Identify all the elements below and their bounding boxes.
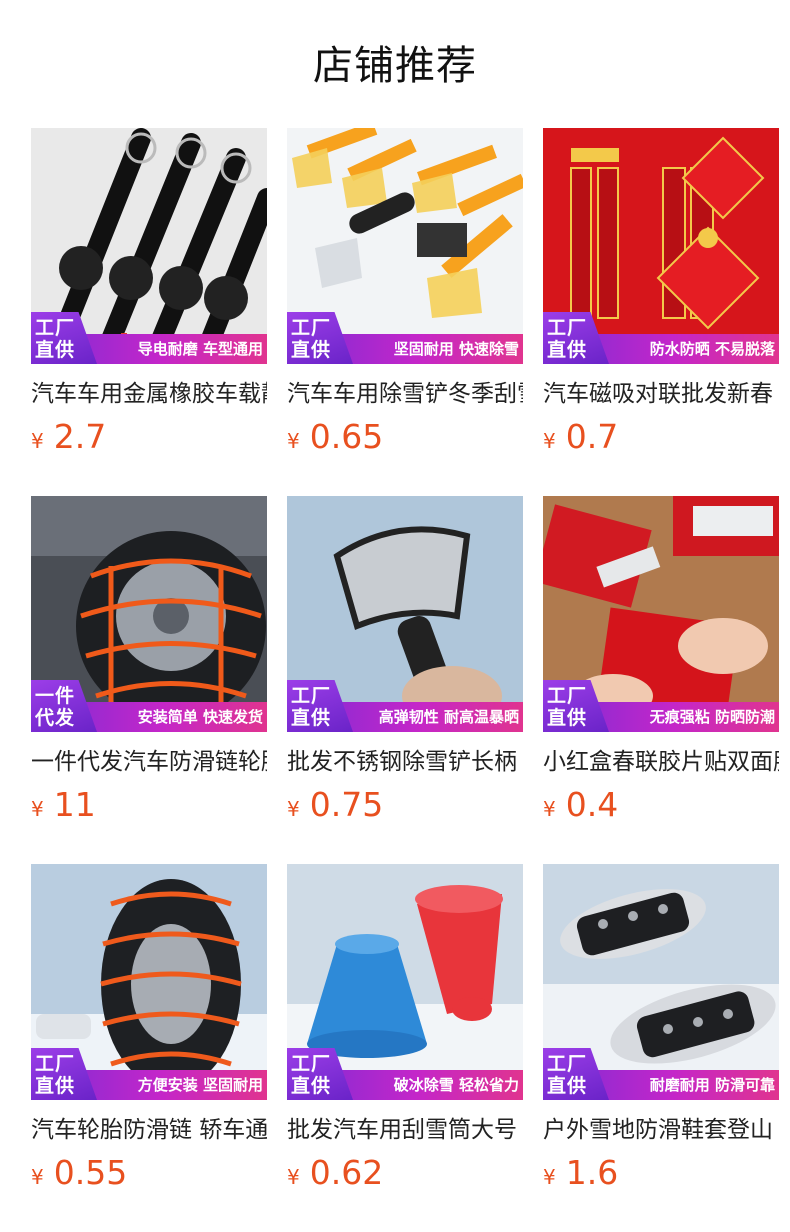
product-price: ¥1.6 — [543, 1152, 618, 1194]
promo-banner: 工厂 直供 防水防晒 不易脱落 — [543, 312, 779, 364]
promo-badge: 工厂 直供 — [547, 685, 588, 729]
product-price: ¥0.75 — [287, 784, 383, 826]
promo-tags: 破冰除雪 轻松省力 — [393, 1076, 519, 1094]
product-name[interactable]: 批发汽车用刮雪筒大号 — [287, 1114, 523, 1146]
product-card[interactable]: 工厂 直供 防水防晒 不易脱落 汽车磁吸对联批发新春 ¥0.7 — [543, 128, 779, 468]
product-name[interactable]: 汽车车用除雪铲冬季刮雪板 — [287, 378, 523, 410]
product-image[interactable]: 工厂 直供 防水防晒 不易脱落 — [543, 128, 779, 364]
product-price: ¥0.55 — [31, 1152, 127, 1194]
promo-badge: 一件 代发 — [35, 685, 76, 729]
product-image[interactable]: 工厂 直供 破冰除雪 轻松省力 — [287, 864, 523, 1100]
product-image[interactable]: 工厂 直供 无痕强粘 防晒防潮 — [543, 496, 779, 732]
product-name[interactable]: 汽车轮胎防滑链 轿车通用 — [31, 1114, 267, 1146]
promo-banner: 工厂 直供 坚固耐用 快速除雪 — [287, 312, 523, 364]
currency-symbol: ¥ — [543, 1165, 556, 1189]
promo-tags: 坚固耐用 快速除雪 — [393, 340, 519, 358]
promo-badge: 工厂 直供 — [547, 317, 588, 361]
product-name[interactable]: 小红盒春联胶片贴双面胶 — [543, 746, 779, 778]
promo-tags: 导电耐磨 车型通用 — [137, 340, 263, 358]
product-image[interactable]: 工厂 直供 坚固耐用 快速除雪 — [287, 128, 523, 364]
currency-symbol: ¥ — [543, 429, 556, 453]
currency-symbol: ¥ — [31, 1165, 44, 1189]
promo-banner: 工厂 直供 方便安装 坚固耐用 — [31, 1048, 267, 1100]
product-price: ¥0.7 — [543, 416, 618, 458]
promo-tags: 防水防晒 不易脱落 — [649, 340, 775, 358]
price-value: 2.7 — [53, 417, 107, 456]
product-price: ¥0.4 — [543, 784, 618, 826]
price-value: 0.7 — [565, 417, 619, 456]
promo-tags: 高弹韧性 耐高温暴晒 — [378, 708, 519, 726]
promo-banner: 一件 代发 安装简单 快速发货 — [31, 680, 267, 732]
promo-badge: 工厂 直供 — [291, 685, 332, 729]
promo-banner: 工厂 直供 高弹韧性 耐高温暴晒 — [287, 680, 523, 732]
price-value: 0.65 — [309, 417, 384, 456]
promo-tags: 方便安装 坚固耐用 — [137, 1076, 263, 1094]
product-price: ¥11 — [31, 784, 96, 826]
promo-badge: 工厂 直供 — [547, 1053, 588, 1097]
currency-symbol: ¥ — [287, 429, 300, 453]
promo-banner: 工厂 直供 导电耐磨 车型通用 — [31, 312, 267, 364]
currency-symbol: ¥ — [287, 797, 300, 821]
promo-banner: 工厂 直供 破冰除雪 轻松省力 — [287, 1048, 523, 1100]
product-card[interactable]: 工厂 直供 方便安装 坚固耐用 汽车轮胎防滑链 轿车通用 ¥0.55 — [31, 864, 267, 1204]
price-value: 11 — [53, 785, 96, 824]
promo-banner: 工厂 直供 无痕强粘 防晒防潮 — [543, 680, 779, 732]
currency-symbol: ¥ — [543, 797, 556, 821]
promo-banner: 工厂 直供 耐磨耐用 防滑可靠 — [543, 1048, 779, 1100]
price-value: 1.6 — [565, 1153, 619, 1192]
product-name[interactable]: 一件代发汽车防滑链轮胎 — [31, 746, 267, 778]
product-price: ¥2.7 — [31, 416, 106, 458]
product-card[interactable]: 工厂 直供 坚固耐用 快速除雪 汽车车用除雪铲冬季刮雪板 ¥0.65 — [287, 128, 523, 468]
product-card[interactable]: 工厂 直供 高弹韧性 耐高温暴晒 批发不锈钢除雪铲长柄 ¥0.75 — [287, 496, 523, 836]
product-image[interactable]: 工厂 直供 高弹韧性 耐高温暴晒 — [287, 496, 523, 732]
promo-badge: 工厂 直供 — [291, 317, 332, 361]
product-name[interactable]: 批发不锈钢除雪铲长柄 — [287, 746, 523, 778]
promo-tags: 无痕强粘 防晒防潮 — [649, 708, 775, 726]
product-image[interactable]: 一件 代发 安装简单 快速发货 — [31, 496, 267, 732]
price-value: 0.75 — [309, 785, 384, 824]
product-image[interactable]: 工厂 直供 方便安装 坚固耐用 — [31, 864, 267, 1100]
promo-badge: 工厂 直供 — [35, 1053, 76, 1097]
product-price: ¥0.65 — [287, 416, 383, 458]
currency-symbol: ¥ — [287, 1165, 300, 1189]
promo-badge: 工厂 直供 — [291, 1053, 332, 1097]
price-value: 0.4 — [565, 785, 619, 824]
product-card[interactable]: 工厂 直供 无痕强粘 防晒防潮 小红盒春联胶片贴双面胶 ¥0.4 — [543, 496, 779, 836]
section-title: 店铺推荐 — [313, 43, 477, 89]
product-name[interactable]: 汽车磁吸对联批发新春 — [543, 378, 779, 410]
currency-symbol: ¥ — [31, 429, 44, 453]
currency-symbol: ¥ — [31, 797, 44, 821]
promo-tags: 安装简单 快速发货 — [137, 708, 263, 726]
product-image[interactable]: 工厂 直供 耐磨耐用 防滑可靠 — [543, 864, 779, 1100]
product-price: ¥0.62 — [287, 1152, 383, 1194]
product-image[interactable]: 工厂 直供 导电耐磨 车型通用 — [31, 128, 267, 364]
product-card[interactable]: 工厂 直供 导电耐磨 车型通用 汽车车用金属橡胶车载静电带 ¥2.7 — [31, 128, 267, 468]
product-card[interactable]: 工厂 直供 耐磨耐用 防滑可靠 户外雪地防滑鞋套登山 ¥1.6 — [543, 864, 779, 1204]
product-card[interactable]: 工厂 直供 破冰除雪 轻松省力 批发汽车用刮雪筒大号 ¥0.62 — [287, 864, 523, 1204]
product-card[interactable]: 一件 代发 安装简单 快速发货 一件代发汽车防滑链轮胎 ¥11 — [31, 496, 267, 836]
product-name[interactable]: 户外雪地防滑鞋套登山 — [543, 1114, 779, 1146]
price-value: 0.62 — [309, 1153, 384, 1192]
price-value: 0.55 — [53, 1153, 128, 1192]
promo-tags: 耐磨耐用 防滑可靠 — [649, 1076, 775, 1094]
promo-badge: 工厂 直供 — [35, 317, 76, 361]
product-name[interactable]: 汽车车用金属橡胶车载静电带 — [31, 378, 267, 410]
